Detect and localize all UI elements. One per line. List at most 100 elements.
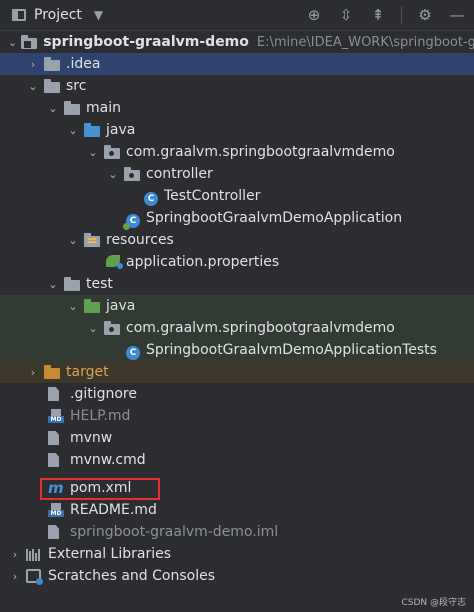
chevron-down-icon[interactable]: ⌄ — [106, 168, 120, 181]
tree-label-readme: README.md — [70, 502, 157, 518]
project-view-icon — [12, 9, 26, 21]
tree-label-src: src — [66, 78, 87, 94]
tree-row-help-md[interactable]: MD HELP.md — [0, 405, 474, 427]
markdown-icon: MD — [48, 409, 64, 423]
chevron-down-icon[interactable]: ⌄ — [46, 102, 60, 115]
tree-label-application: SpringbootGraalvmDemoApplication — [146, 210, 403, 226]
tree-label-external-libraries: External Libraries — [48, 546, 171, 562]
markdown-badge: MD — [48, 416, 64, 423]
spring-properties-icon — [106, 255, 123, 269]
excluded-folder-icon — [44, 364, 60, 379]
libraries-icon — [26, 547, 42, 561]
tree-label-java-test: java — [106, 298, 136, 314]
markdown-badge: MD — [48, 510, 64, 517]
minimize-icon[interactable]: — — [448, 6, 466, 24]
chevron-down-icon[interactable]: ▼ — [94, 8, 103, 22]
tree-label-controller: controller — [146, 166, 213, 182]
tree-row-mvnw[interactable]: mvnw — [0, 427, 474, 449]
chevron-down-icon[interactable]: ⌄ — [86, 146, 100, 159]
tree-row-application-tests[interactable]: C SpringbootGraalvmDemoApplicationTests — [0, 339, 474, 361]
chevron-right-icon[interactable]: › — [26, 58, 40, 71]
test-source-folder-icon — [84, 298, 100, 313]
chevron-right-icon[interactable]: › — [8, 548, 22, 561]
chevron-right-icon[interactable]: › — [8, 570, 22, 583]
spring-boot-class-icon: C — [123, 214, 140, 230]
class-icon: C — [144, 192, 158, 206]
tree-row-test[interactable]: ⌄ test — [0, 273, 474, 295]
module-file-icon — [48, 525, 59, 539]
folder-icon — [64, 100, 80, 115]
tree-row-package-main[interactable]: ⌄ com.graalvm.springbootgraalvmdemo — [0, 141, 474, 163]
chevron-down-icon[interactable]: ⌄ — [46, 278, 60, 291]
tree-label-resources: resources — [106, 232, 174, 248]
tree-label-main: main — [86, 100, 121, 116]
tree-label-target: target — [66, 364, 109, 380]
tree-root-path: E:\mine\IDEA_WORK\springboot-gra — [256, 34, 474, 50]
tree-row-application[interactable]: C SpringbootGraalvmDemoApplication — [0, 207, 474, 230]
tree-label-iml: springboot-graalvm-demo.iml — [70, 524, 279, 540]
tree-row-controller[interactable]: ⌄ controller — [0, 163, 474, 185]
tree-label-help-md: HELP.md — [70, 408, 131, 424]
expand-all-icon[interactable]: ⇳ — [337, 6, 355, 24]
project-toolbar: Project ▼ ⊕ ⇳ ⇞ ⚙ — — [0, 0, 474, 31]
tree-row-root[interactable]: ⌄ springboot-graalvm-demo E:\mine\IDEA_W… — [0, 31, 474, 53]
chevron-down-icon[interactable]: ⌄ — [66, 234, 80, 247]
tree-row-iml[interactable]: springboot-graalvm-demo.iml — [0, 521, 474, 543]
gear-icon[interactable]: ⚙ — [416, 6, 434, 24]
tree-row-target[interactable]: › target — [0, 361, 474, 383]
scratches-icon — [26, 569, 43, 585]
tree-label-package-main: com.graalvm.springbootgraalvmdemo — [126, 144, 395, 160]
tree-label-package-test: com.graalvm.springbootgraalvmdemo — [126, 320, 395, 336]
project-view-title[interactable]: Project — [34, 7, 82, 23]
tree-label-application-tests: SpringbootGraalvmDemoApplicationTests — [146, 342, 437, 358]
tree-row-app-properties[interactable]: application.properties — [0, 251, 474, 273]
tree-row-readme[interactable]: MD README.md — [0, 499, 474, 521]
file-icon — [48, 387, 59, 401]
test-class-icon: C — [126, 346, 140, 360]
folder-icon — [44, 56, 60, 71]
folder-icon — [44, 78, 60, 93]
chevron-down-icon[interactable]: ⌄ — [8, 36, 17, 49]
tree-row-scratches[interactable]: › Scratches and Consoles — [0, 565, 474, 587]
tree-label-root: springboot-graalvm-demo — [43, 34, 249, 50]
tree-label-idea: .idea — [66, 56, 101, 72]
tree-row-external-libraries[interactable]: › External Libraries — [0, 543, 474, 565]
collapse-all-icon[interactable]: ⇞ — [369, 6, 387, 24]
tree-row-resources[interactable]: ⌄ resources — [0, 229, 474, 251]
tree-label-test-controller: TestController — [164, 188, 261, 204]
tree-label-scratches: Scratches and Consoles — [48, 568, 215, 584]
file-icon — [48, 431, 59, 445]
tree-row-idea[interactable]: › .idea — [0, 53, 474, 75]
chevron-down-icon[interactable]: ⌄ — [26, 80, 40, 93]
chevron-down-icon[interactable]: ⌄ — [66, 300, 80, 313]
resources-folder-icon — [84, 232, 100, 247]
tree-row-gitignore[interactable]: .gitignore — [0, 383, 474, 405]
pom-highlight-box — [40, 478, 160, 500]
tree-row-src[interactable]: ⌄ src — [0, 75, 474, 97]
tree-label-gitignore: .gitignore — [70, 386, 137, 402]
tree-row-package-test[interactable]: ⌄ com.graalvm.springbootgraalvmdemo — [0, 317, 474, 339]
source-folder-icon — [84, 122, 100, 137]
tree-row-mvnw-cmd[interactable]: mvnw.cmd — [0, 449, 474, 471]
package-icon — [104, 144, 120, 159]
tree-label-app-properties: application.properties — [126, 254, 280, 270]
markdown-icon: MD — [48, 503, 64, 517]
tree-label-mvnw: mvnw — [70, 430, 113, 446]
chevron-down-icon[interactable]: ⌄ — [66, 124, 80, 137]
package-icon — [124, 166, 140, 181]
module-folder-icon — [21, 34, 38, 49]
tree-label-mvnw-cmd: mvnw.cmd — [70, 452, 146, 468]
locate-icon[interactable]: ⊕ — [305, 6, 323, 24]
tree-row-java-test[interactable]: ⌄ java — [0, 295, 474, 317]
folder-icon — [64, 276, 80, 291]
tree-row-test-controller[interactable]: C TestController — [0, 185, 474, 207]
tree-row-java-main[interactable]: ⌄ java — [0, 119, 474, 141]
tree-row-main[interactable]: ⌄ main — [0, 97, 474, 119]
toolbar-separator — [401, 6, 402, 24]
tree-label-java-main: java — [106, 122, 136, 138]
file-icon — [48, 453, 59, 467]
chevron-right-icon[interactable]: › — [26, 366, 40, 379]
package-icon — [104, 320, 120, 335]
chevron-down-icon[interactable]: ⌄ — [86, 322, 100, 335]
watermark: CSDN @段守志 — [401, 598, 466, 608]
